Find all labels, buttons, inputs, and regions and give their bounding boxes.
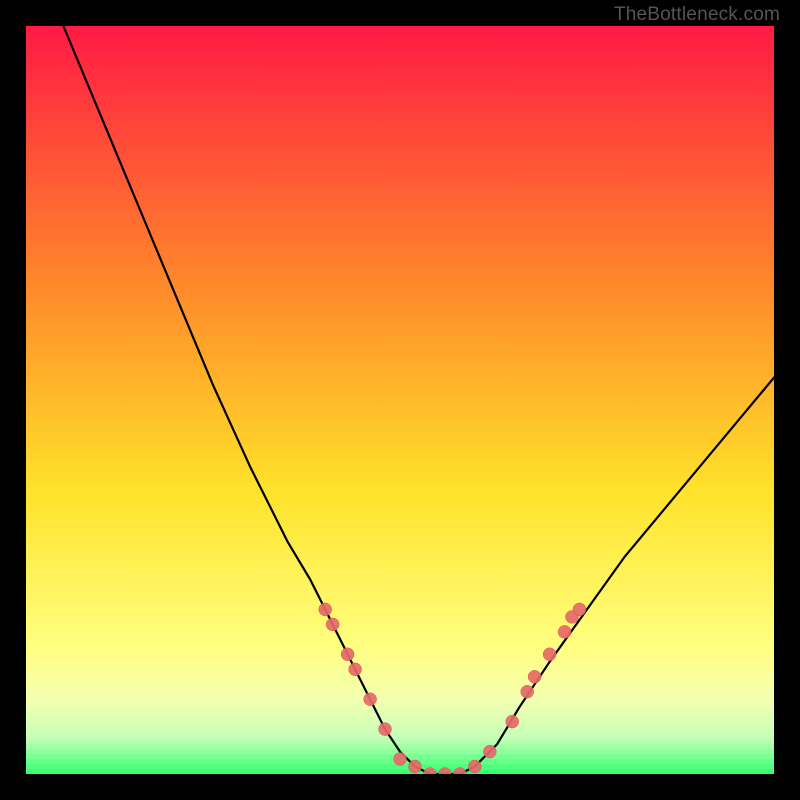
data-marker [558,625,571,638]
data-marker [521,685,534,698]
bottleneck-chart [26,26,774,774]
watermark-text: TheBottleneck.com [614,4,780,26]
data-marker [468,760,481,773]
data-marker [528,670,541,683]
chart-frame: TheBottleneck.com [0,0,800,800]
data-marker [319,603,332,616]
data-marker [341,648,354,661]
data-marker [394,753,407,766]
data-marker [349,663,362,676]
data-marker [573,603,586,616]
data-marker [483,745,496,758]
data-marker [543,648,556,661]
data-marker [379,723,392,736]
gradient-background [26,26,774,774]
data-marker [506,715,519,728]
data-marker [326,618,339,631]
data-marker [364,693,377,706]
plot-area [26,26,774,774]
data-marker [409,760,422,773]
